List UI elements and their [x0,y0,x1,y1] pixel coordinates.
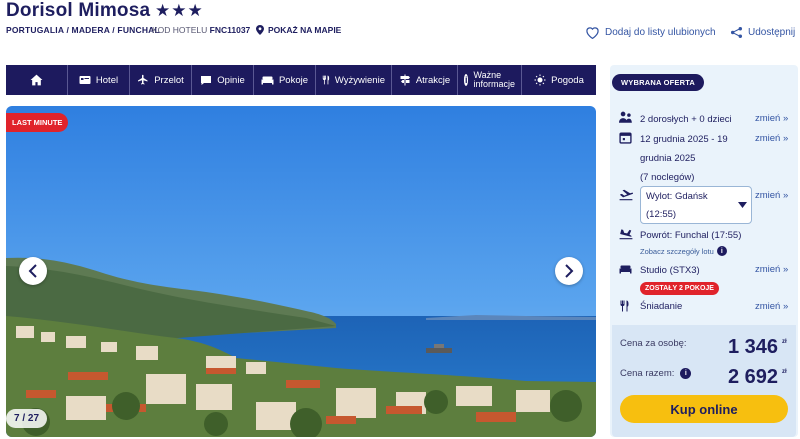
hotel-icon [79,76,91,84]
departure-plane-icon [619,189,633,201]
nav-hotel[interactable]: Hotel [68,65,130,95]
last-minute-badge: LAST MINUTE [6,113,69,132]
signpost-icon [400,74,410,86]
nav-rooms-label: Pokoje [278,74,309,86]
rooms-left-badge: ZOSTAŁY 2 POKOJE [640,282,719,295]
nav-reviews[interactable]: Opinie [192,65,254,95]
price-per-person-currency: zł [782,339,787,345]
info-icon: i [464,74,469,86]
dates-line-1: 12 grudnia 2025 - 19 [640,134,728,145]
gallery-counter: 7 / 27 [6,409,48,428]
selected-offer-tag: WYBRANA OFERTA [612,74,705,91]
price-total-value: 2 692 [727,366,778,388]
nights-text: (7 noclegów) [640,172,695,183]
share-icon [730,26,743,39]
nav-attractions-label: Atrakcje [415,74,451,86]
hotel-name: Dorisol Mimosa [6,0,151,21]
hotel-photo [6,106,596,437]
info-icon[interactable]: i [716,246,727,256]
gallery-next-button[interactable] [555,257,583,285]
chevron-left-icon [28,264,37,278]
breadcrumb[interactable]: PORTUGALIA / MADERA / FUNCHAL [6,25,160,35]
share-link[interactable]: Udostępnij [730,26,795,39]
room-bed-icon [619,265,632,274]
share-label: Udostępnij [748,27,796,38]
change-dates-link[interactable]: zmień » [755,133,788,144]
caret-down-icon [738,202,747,208]
nav-board[interactable]: Wyżywienie [316,65,392,95]
nav-flight[interactable]: Przelot [130,65,192,95]
add-to-favorites-label: Dodaj do listy ulubionych [605,27,716,38]
hotel-photo-gallery[interactable]: LAST MINUTE [6,106,596,437]
nav-home[interactable] [6,65,68,95]
price-total-label: Cena razem: [620,368,675,379]
price-total-label-wrap: Cena razem: i [620,368,692,379]
plane-icon [138,74,148,85]
hotel-nav-bar: Hotel Przelot Opinie Pokoje Wyżywienie A… [6,65,596,95]
room-text: Studio (STX3) [640,265,700,276]
nav-reviews-label: Opinie [217,74,245,86]
dates-line-2: grudnia 2025 [640,153,696,164]
travelers-text: 2 dorosłych + 0 dzieci [640,114,732,125]
home-icon [30,74,43,86]
calendar-icon [619,132,632,144]
nav-board-label: Wyżywienie [334,74,385,86]
travelers-icon [619,111,632,123]
departure-line-2: (12:55) [646,209,677,220]
add-to-favorites-link[interactable]: Dodaj do listy ulubionych [585,26,716,39]
chevron-right-icon [565,264,574,278]
heart-icon [586,27,599,39]
hotel-code-label: KOD HOTELU [152,25,208,35]
departure-select[interactable]: Wylot: Gdańsk (12:55) [640,186,752,224]
price-per-person-value: 1 346 [727,336,778,358]
hotel-code: KOD HOTELU FNC11037 [152,25,250,35]
nav-weather-label: Pogoda [551,74,584,86]
price-total-currency: zł [782,369,787,375]
nav-weather[interactable]: Pogoda [522,65,596,95]
cutlery-icon [620,300,629,312]
hotel-code-value: FNC11037 [209,25,251,35]
nav-important-info-label: Ważne informacje [473,69,515,89]
nav-flight-label: Przelot [154,74,184,86]
flight-details-label: Zobacz szczegóły lotu [640,246,714,256]
show-map-label: POKAŻ NA MAPIE [268,25,342,35]
gallery-prev-button[interactable] [19,257,47,285]
show-map-link[interactable]: POKAŻ NA MAPIE [256,25,341,35]
change-departure-link[interactable]: zmień » [755,190,788,201]
return-plane-icon [619,229,633,240]
bed-icon [261,76,274,85]
chat-icon [201,75,212,85]
nav-important-info[interactable]: i Ważne informacje [458,65,522,95]
hotel-stars: ★★★ [155,1,204,20]
board-text: Śniadanie [640,301,683,312]
nav-hotel-label: Hotel [95,74,119,86]
sun-icon [534,74,546,86]
price-per-person-label: Cena za osobę: [620,338,687,349]
nav-rooms[interactable]: Pokoje [254,65,316,95]
nav-attractions[interactable]: Atrakcje [392,65,458,95]
buy-online-button[interactable]: Kup online [620,395,788,423]
price-info-icon[interactable]: i [680,368,692,379]
change-room-link[interactable]: zmień » [755,264,788,275]
map-pin-icon [256,25,264,35]
return-text: Powrót: Funchal (17:55) [640,230,742,241]
change-board-link[interactable]: zmień » [755,301,788,312]
cutlery-icon [322,75,330,85]
change-travelers-link[interactable]: zmień » [755,113,788,124]
departure-line-1: Wylot: Gdańsk [646,191,708,202]
flight-details-link[interactable]: Zobacz szczegóły lotu i [640,246,727,256]
